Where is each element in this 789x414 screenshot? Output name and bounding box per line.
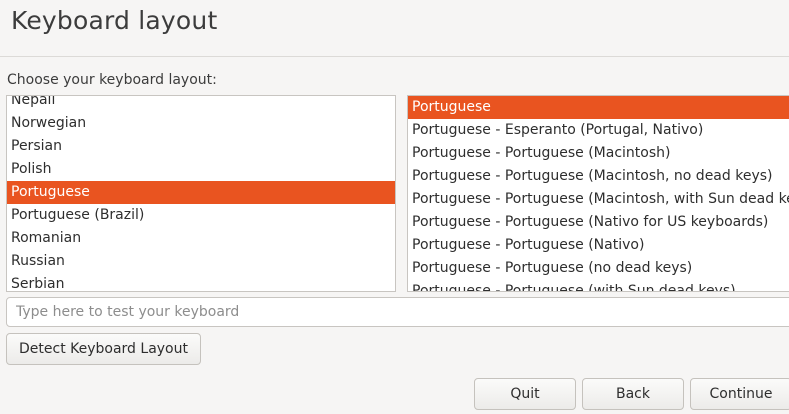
layout-list-item[interactable]: Romanian bbox=[7, 227, 395, 250]
back-button[interactable]: Back bbox=[582, 378, 684, 410]
variant-list-item[interactable]: Portuguese - Portuguese (Nativo for US k… bbox=[408, 211, 789, 234]
keyboard-test-input[interactable] bbox=[6, 297, 789, 327]
variant-list-item[interactable]: Portuguese - Portuguese (Nativo) bbox=[408, 234, 789, 257]
variant-list-item[interactable]: Portuguese - Esperanto (Portugal, Nativo… bbox=[408, 119, 789, 142]
quit-button[interactable]: Quit bbox=[474, 378, 576, 410]
variant-list-item[interactable]: Portuguese - Portuguese (with Sun dead k… bbox=[408, 280, 789, 291]
layout-list-item[interactable]: Nepali bbox=[7, 96, 395, 112]
variant-list-item[interactable]: Portuguese - Portuguese (no dead keys) bbox=[408, 257, 789, 280]
variant-list-item[interactable]: Portuguese bbox=[408, 96, 789, 119]
variant-list-item[interactable]: Portuguese - Portuguese (Macintosh) bbox=[408, 142, 789, 165]
detect-layout-button[interactable]: Detect Keyboard Layout bbox=[6, 333, 201, 365]
variant-list-item[interactable]: Portuguese - Portuguese (Macintosh, with… bbox=[408, 188, 789, 211]
variant-list[interactable]: Portuguese Portuguese - Esperanto (Portug… bbox=[407, 95, 789, 292]
layout-list[interactable]: Nepali Norwegian Persian Polish Portuguese Po… bbox=[6, 95, 396, 292]
layout-list-item[interactable]: Polish bbox=[7, 158, 395, 181]
layout-list-item[interactable]: Persian bbox=[7, 135, 395, 158]
layout-list-item[interactable]: Russian bbox=[7, 250, 395, 273]
layout-list-item[interactable]: Norwegian bbox=[7, 112, 395, 135]
layout-list-item[interactable]: Portuguese bbox=[7, 181, 395, 204]
layout-list-item[interactable]: Portuguese (Brazil) bbox=[7, 204, 395, 227]
continue-button[interactable]: Continue bbox=[690, 378, 789, 410]
layout-prompt-label: Choose your keyboard layout: bbox=[7, 72, 217, 88]
variant-list-item[interactable]: Portuguese - Portuguese (Macintosh, no d… bbox=[408, 165, 789, 188]
page-title: Keyboard layout bbox=[11, 6, 218, 35]
layout-list-item[interactable]: Serbian bbox=[7, 273, 395, 291]
header-divider bbox=[0, 56, 789, 57]
